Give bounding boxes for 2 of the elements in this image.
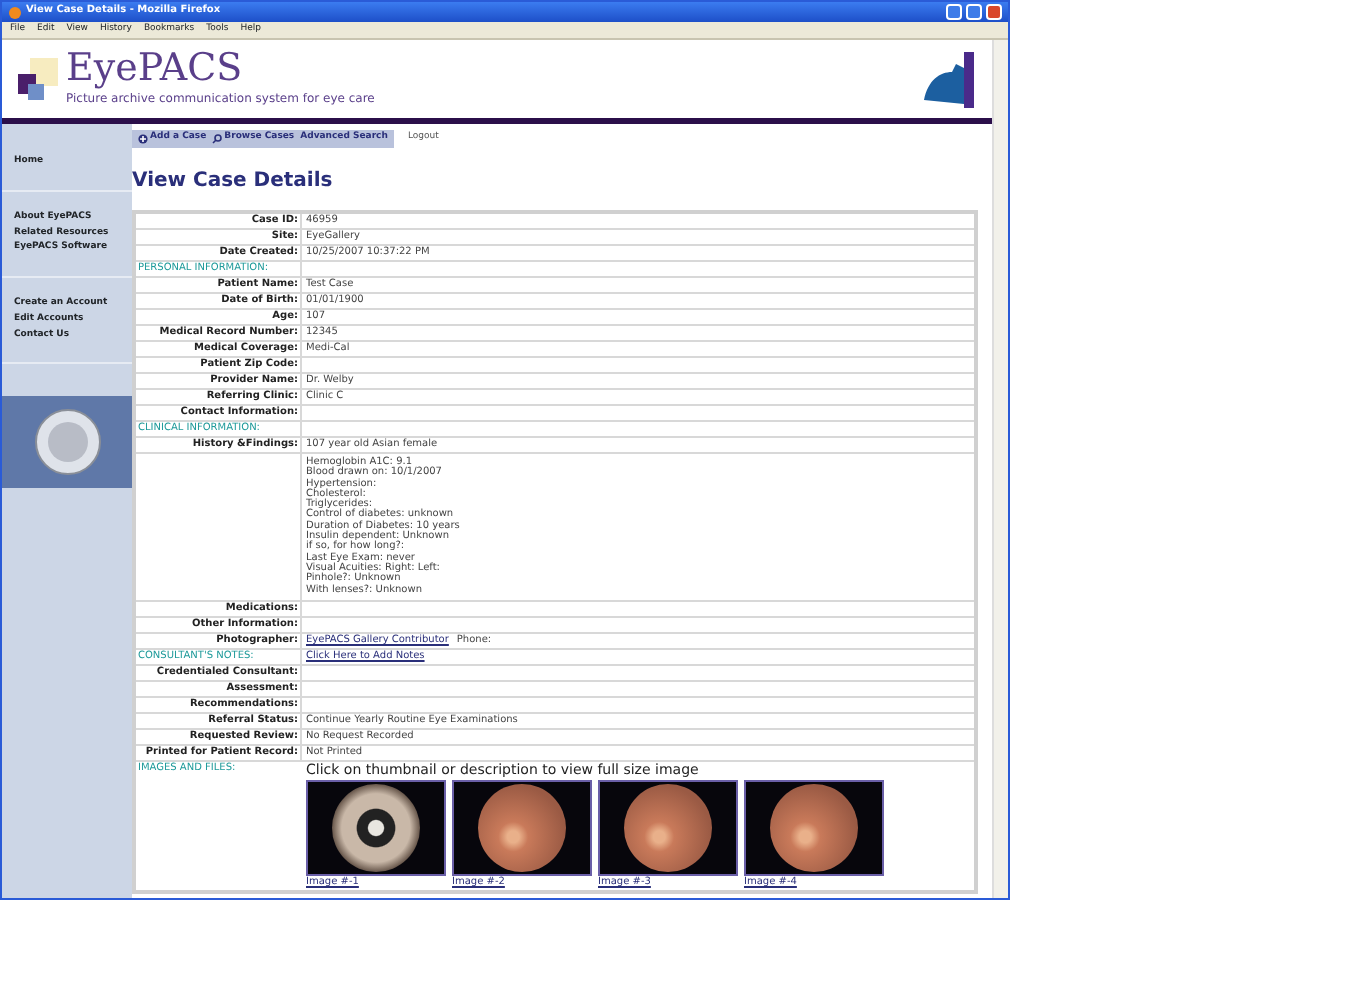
logo-text: EyePACS [66,50,245,88]
page-title: View Case Details [132,168,335,196]
